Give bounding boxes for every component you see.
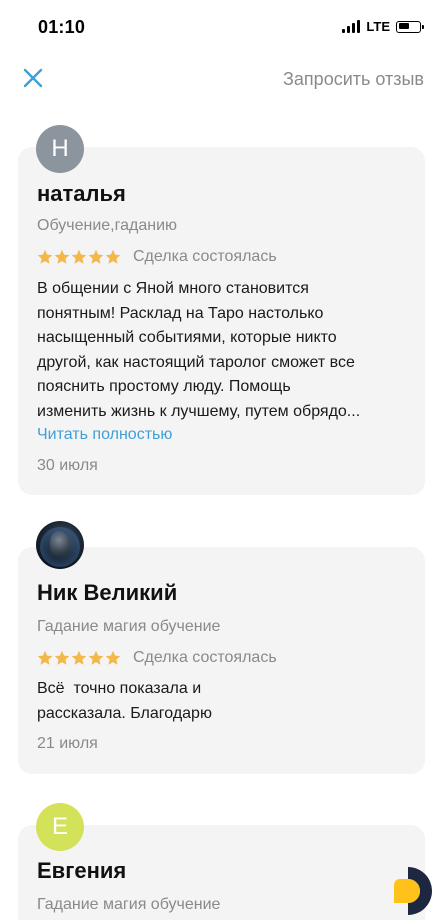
star-icon [54, 650, 70, 665]
star-icon [105, 249, 121, 264]
review-text-line: понятным! Расклад на Таро настолько [37, 304, 324, 322]
close-button[interactable] [20, 65, 46, 91]
reviewer-name: наталья [37, 181, 126, 206]
review-text-line: Всё точно показала и [37, 680, 202, 697]
read-more-link[interactable]: Читать полностью [37, 426, 172, 444]
top-nav: Запросить отзыв [0, 56, 443, 104]
review-text-line: другой, как настоящий таролог сможет все [37, 353, 355, 371]
close-icon [23, 68, 43, 88]
review-text-line: пояснить простому люду. Помощь [37, 378, 291, 395]
review-date: 30 июля [37, 457, 98, 474]
star-icon [54, 249, 70, 264]
rating-row: Сделка состоялась [37, 649, 277, 667]
review-date: 21 июля [37, 735, 98, 752]
avatar-photo [36, 521, 84, 569]
avatar: Е [36, 803, 84, 851]
app-logo-icon [394, 867, 432, 915]
status-indicators: LTE [342, 19, 424, 34]
review-card: Ник Великий Гадание магия обучение Сделк… [18, 521, 425, 774]
star-rating [37, 650, 121, 666]
avatar: Н [36, 125, 84, 173]
review-text-line: насыщенный событиями, которые никто [37, 329, 337, 346]
star-icon [71, 650, 87, 665]
battery-icon [396, 20, 424, 33]
star-icon [88, 650, 104, 665]
deal-status: Сделка состоялась [133, 649, 277, 666]
rating-row: Сделка состоялась [37, 248, 277, 266]
network-type: LTE [366, 19, 390, 34]
review-text-line: В общении с Яной много становится [37, 280, 309, 297]
deal-status: Сделка состоялась [133, 248, 277, 265]
app-logo-button[interactable] [390, 865, 438, 917]
signal-icon [342, 20, 361, 33]
star-icon [37, 650, 53, 665]
request-review-link[interactable]: Запросить отзыв [283, 69, 424, 90]
reviewer-name: Ник Великий [37, 580, 178, 605]
star-icon [88, 249, 104, 264]
star-icon [71, 249, 87, 264]
review-category: Обучение,гаданию [37, 217, 177, 234]
star-icon [105, 650, 121, 665]
review-text-line: изменить жизнь к лучшему, путем обрядо..… [37, 402, 361, 420]
status-bar: 01:10 LTE [0, 0, 443, 56]
review-text: Всё точно показала и рассказала. Благода… [37, 677, 409, 726]
review-category: Гадание магия обучение [37, 896, 221, 913]
star-icon [37, 249, 53, 264]
review-card: Е Евгения Гадание магия обучение [18, 803, 425, 920]
review-category: Гадание магия обучение [37, 618, 221, 635]
battery-fill [398, 23, 409, 29]
status-time: 01:10 [38, 17, 86, 37]
review-text: В общении с Яной много становится понятн… [37, 277, 409, 424]
review-text-line: рассказала. Благодарю [37, 704, 212, 722]
review-card: Н наталья Обучение,гаданию Сделка состоя… [18, 125, 425, 495]
star-rating [37, 249, 121, 265]
reviewer-name: Евгения [37, 858, 127, 883]
